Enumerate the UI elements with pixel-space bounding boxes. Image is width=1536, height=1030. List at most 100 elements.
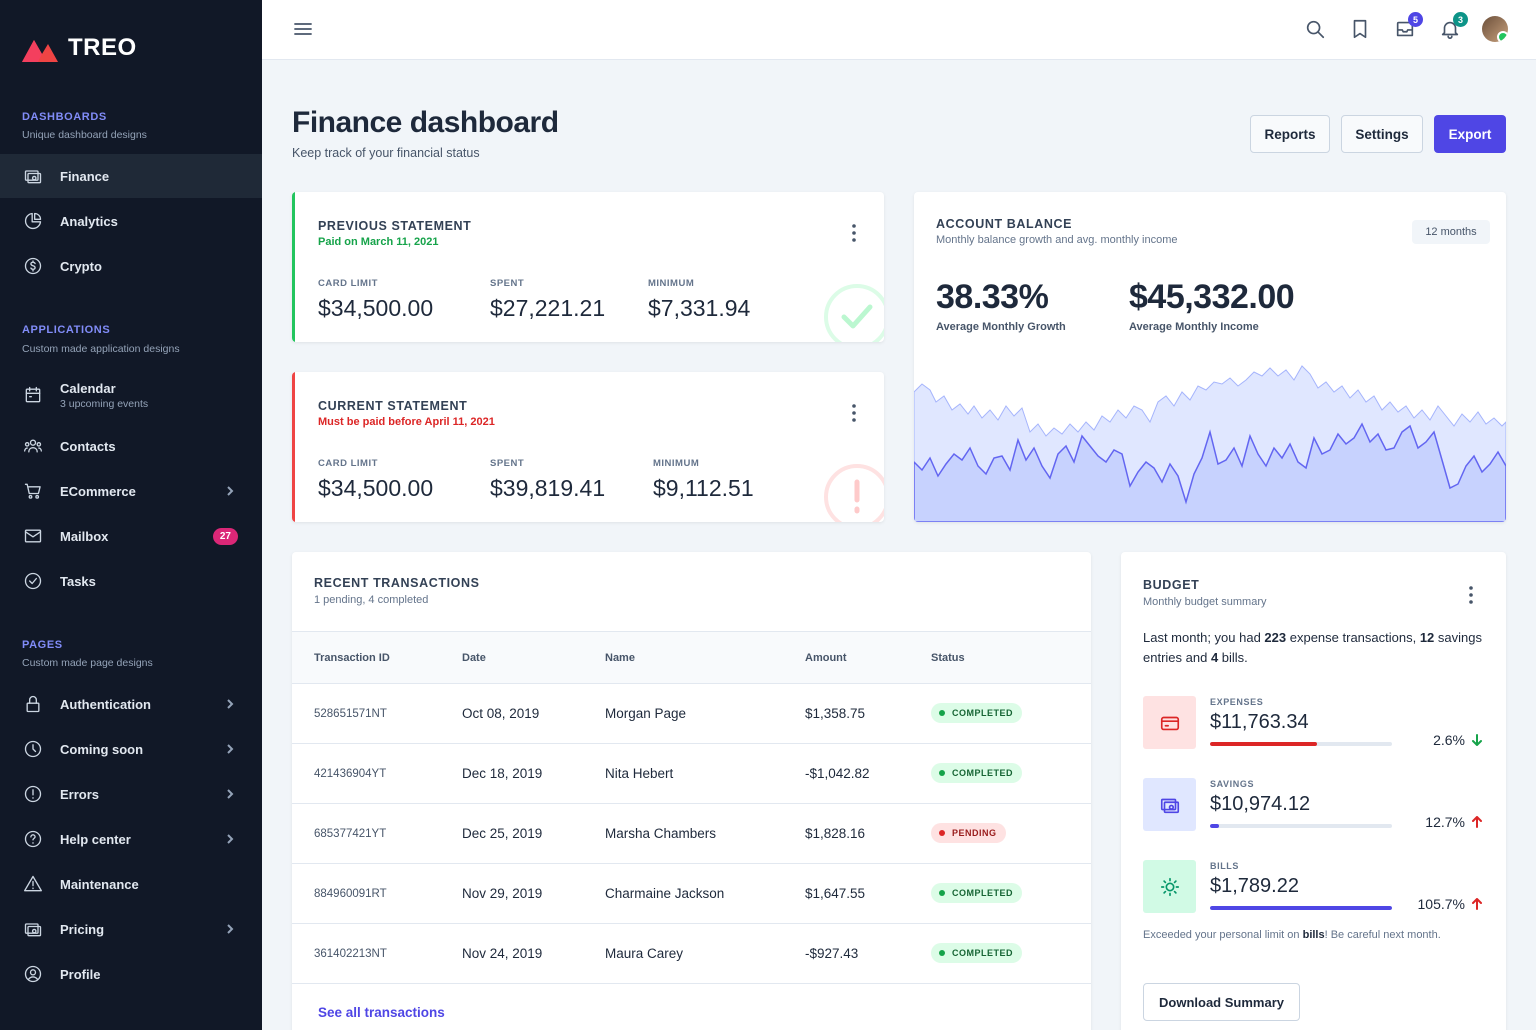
sidebar-item-authentication[interactable]: Authentication [0,682,262,726]
chevron-right-icon [224,698,236,710]
sidebar-item-pricing[interactable]: Pricing [0,907,262,951]
calendar-icon [22,384,44,406]
sidebar-item-label: Contacts [60,438,116,454]
settings-button[interactable]: Settings [1341,115,1423,153]
table-row[interactable]: 685377421YT Dec 25, 2019 Marsha Chambers… [292,804,1091,864]
budget-card: BUDGET Monthly budget summary Last month… [1121,552,1506,1030]
status-dot [939,890,945,896]
budget-row-savings: SAVINGS $10,974.12 12.7% [1143,778,1483,832]
more-vertical-icon[interactable] [1469,586,1473,604]
menu-icon[interactable] [292,18,314,40]
sidebar-item-tasks[interactable]: Tasks [0,559,262,603]
sidebar-item-errors[interactable]: Errors [0,772,262,816]
status-badge: PENDING [931,823,1006,843]
status-dot [939,710,945,716]
search-icon[interactable] [1304,18,1326,40]
status-dot [939,830,945,836]
reports-button[interactable]: Reports [1250,115,1330,153]
sidebar-item-label: Pricing [60,921,105,937]
sidebar-item-ecommerce[interactable]: ECommerce [0,469,262,513]
bookmark-icon[interactable] [1349,18,1371,40]
metric-value: $39,819.41 [490,475,606,501]
table-row[interactable]: 361402213NT Nov 24, 2019 Maura Carey -$9… [292,924,1091,984]
inbox-icon[interactable]: 5 [1394,12,1423,40]
sidebar-item-coming-soon[interactable]: Coming soon [0,727,262,771]
bell-icon[interactable]: 3 [1439,12,1468,40]
table-header: Transaction ID Date Name Amount Status [292,631,1091,684]
sidebar-item-label: Authentication [60,696,151,712]
table-row[interactable]: 528651571NT Oct 08, 2019 Morgan Page $1,… [292,684,1091,744]
user-avatar[interactable] [1482,16,1508,42]
check-circle-icon [824,284,884,342]
sidebar-item-sublabel: 3 upcoming events [60,397,149,410]
sidebar-item-profile[interactable]: Profile [0,952,262,996]
export-button[interactable]: Export [1434,115,1506,153]
status-dot [939,950,945,956]
budget-change: 2.6% [1433,732,1483,748]
sidebar-item-label: Profile [60,966,101,982]
column-header[interactable]: Transaction ID [314,652,390,664]
sidebar-item-help-center[interactable]: Help center [0,817,262,861]
transaction-date: Oct 08, 2019 [462,706,540,721]
sidebar-item-crypto[interactable]: Crypto [0,244,262,288]
status-accent-bar [292,192,295,342]
column-header[interactable]: Name [605,652,635,664]
more-vertical-icon[interactable] [852,404,856,422]
card-title: ACCOUNT BALANCE [936,217,1073,231]
card-note: Paid on March 11, 2021 [318,236,439,248]
sidebar-item-label: Tasks [60,573,96,589]
budget-progress-track [1210,906,1392,910]
sidebar-item-maintenance[interactable]: Maintenance [0,862,262,906]
column-header[interactable]: Date [462,652,486,664]
messages-badge: 5 [1408,12,1423,27]
transaction-id: 685377421YT [314,828,387,840]
table-row[interactable]: 884960091RT Nov 29, 2019 Charmaine Jacks… [292,864,1091,924]
current-statement-card: CURRENT STATEMENT Must be paid before Ap… [292,372,884,522]
status-badge: COMPLETED [931,883,1023,903]
budget-change: 105.7% [1418,896,1483,912]
metric-value: $34,500.00 [318,475,434,501]
check-circle-icon [22,570,44,592]
brand-logo[interactable]: TREO [22,34,137,62]
cart-icon [22,480,44,502]
budget-progress-track [1210,742,1392,746]
sidebar-item-calendar[interactable]: Calendar 3 upcoming events [0,373,262,417]
transaction-amount: $1,828.16 [805,826,866,841]
question-icon [22,828,44,850]
brand-name: TREO [68,34,137,61]
sidebar-item-analytics[interactable]: Analytics [0,199,262,243]
transaction-date: Dec 18, 2019 [462,766,543,781]
status-text: COMPLETED [952,708,1014,718]
range-selector-button[interactable]: 12 months [1412,220,1490,244]
notifications-badge: 3 [1453,12,1468,27]
card-limit-metric: CARD LIMIT $34,500.00 [318,458,433,502]
metric-value: $34,500.00 [318,295,434,321]
sidebar-item-finance[interactable]: Finance [0,154,262,198]
status-text: COMPLETED [952,948,1014,958]
cash-icon [22,918,44,940]
sidebar-item-mailbox[interactable]: Mailbox 27 [0,514,262,558]
group-title-pages: PAGES [22,639,63,651]
budget-value: $1,789.22 [1210,875,1299,897]
group-title-dashboards: DASHBOARDS [22,111,107,123]
sidebar-item-label: Calendar [60,380,116,396]
card-note: Must be paid before April 11, 2021 [318,416,495,428]
cash-icon [22,165,44,187]
lock-icon [22,693,44,715]
minimum-metric: MINIMUM $9,112.51 [653,458,754,502]
card-title: RECENT TRANSACTIONS [314,576,480,590]
credit-card-icon [1143,696,1196,749]
card-subtitle: Monthly budget summary [1143,596,1267,608]
download-summary-button[interactable]: Download Summary [1143,983,1300,1021]
exclamation-circle-icon [824,464,884,522]
transaction-name: Charmaine Jackson [605,886,725,901]
table-row[interactable]: 421436904YT Dec 18, 2019 Nita Hebert -$1… [292,744,1091,804]
column-header[interactable]: Status [931,652,965,664]
group-subtitle-applications: Custom made application designs [22,343,180,355]
more-vertical-icon[interactable] [852,224,856,242]
see-all-transactions-link[interactable]: See all transactions [318,1005,445,1020]
metric-value: $9,112.51 [653,475,754,501]
sidebar-item-contacts[interactable]: Contacts [0,424,262,468]
chart-pie-icon [22,210,44,232]
column-header[interactable]: Amount [805,652,847,664]
